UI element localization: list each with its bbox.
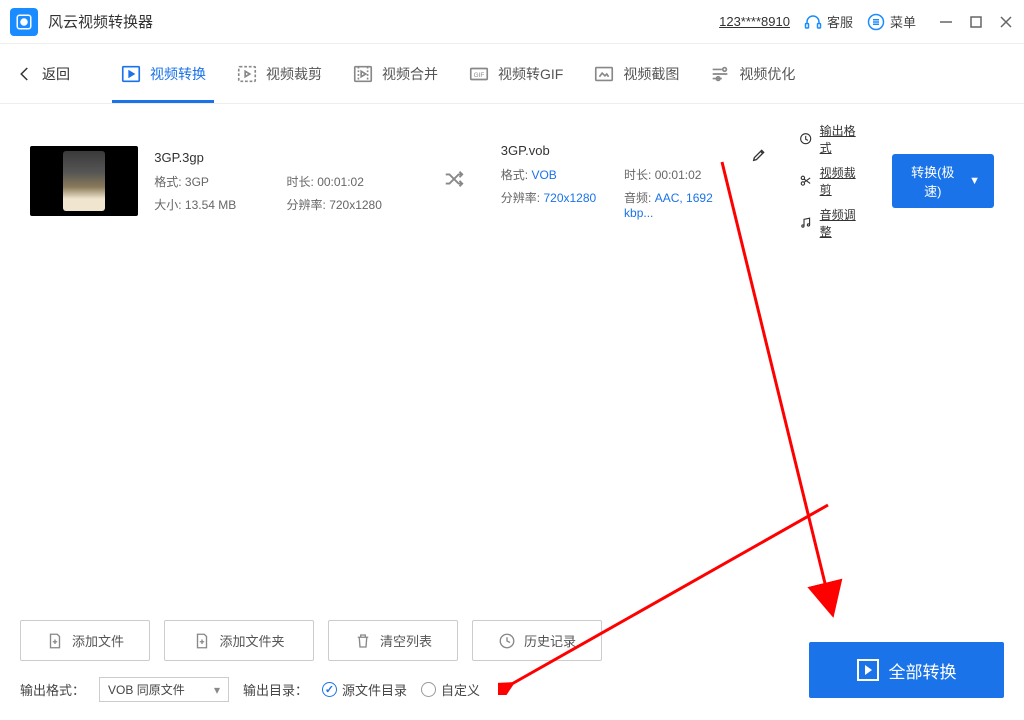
video-thumbnail[interactable] bbox=[30, 146, 138, 216]
app-logo-icon bbox=[10, 8, 38, 36]
add-folder-label: 添加文件夹 bbox=[219, 631, 284, 650]
folder-plus-icon bbox=[193, 632, 211, 650]
chevron-down-icon: ▾ bbox=[214, 683, 220, 697]
output-format-select[interactable]: VOB 同原文件 ▾ bbox=[99, 677, 229, 702]
convert-icon bbox=[120, 63, 142, 85]
source-info: 3GP.3gp 格式: 3GP 时长: 00:01:02 大小: 13.54 M… bbox=[154, 150, 407, 213]
optimize-icon bbox=[709, 63, 731, 85]
src-duration-value: 00:01:02 bbox=[317, 175, 364, 189]
convert-label: 转换(极速) bbox=[906, 162, 959, 200]
tab-label: 视频优化 bbox=[739, 64, 795, 84]
edit-icon[interactable] bbox=[751, 147, 767, 168]
gif-icon: GIF bbox=[468, 63, 490, 85]
tab-label: 视频截图 bbox=[623, 64, 679, 84]
dest-filename: 3GP.vob bbox=[501, 143, 736, 158]
dst-format-value[interactable]: VOB bbox=[531, 168, 556, 182]
file-plus-icon bbox=[46, 632, 64, 650]
bottom-bar: 添加文件 添加文件夹 清空列表 历史记录 输出格式： VOB 同原文件 ▾ 输出… bbox=[0, 606, 1024, 720]
minimize-button[interactable] bbox=[938, 14, 954, 30]
src-res-value: 720x1280 bbox=[329, 198, 382, 212]
menu-label: 菜单 bbox=[890, 12, 916, 31]
output-dir-label: 输出目录： bbox=[243, 680, 308, 699]
add-file-button[interactable]: 添加文件 bbox=[20, 620, 150, 661]
add-folder-button[interactable]: 添加文件夹 bbox=[164, 620, 314, 661]
user-id-link[interactable]: 123****8910 bbox=[719, 14, 790, 29]
dst-duration-label: 时长: bbox=[624, 168, 651, 182]
clear-list-label: 清空列表 bbox=[380, 631, 432, 650]
output-icon bbox=[799, 132, 812, 147]
support-button[interactable]: 客服 bbox=[804, 12, 853, 31]
crop-icon bbox=[236, 63, 258, 85]
video-crop-label: 视频裁剪 bbox=[820, 164, 863, 198]
history-button[interactable]: 历史记录 bbox=[472, 620, 602, 661]
tab-video-gif[interactable]: GIF 视频转GIF bbox=[468, 45, 563, 103]
dst-res-label: 分辨率: bbox=[501, 191, 540, 205]
svg-text:GIF: GIF bbox=[474, 71, 485, 78]
tab-label: 视频转GIF bbox=[498, 64, 563, 84]
file-list: 3GP.3gp 格式: 3GP 时长: 00:01:02 大小: 13.54 M… bbox=[0, 104, 1024, 604]
titlebar: 风云视频转换器 123****8910 客服 菜单 bbox=[0, 0, 1024, 44]
tab-label: 视频合并 bbox=[382, 64, 438, 84]
row-actions: 输出格式 视频裁剪 音频调整 bbox=[799, 122, 862, 240]
nav-bar: 返回 视频转换 视频裁剪 视频合并 GIF 视频转GIF 视频截图 视频优化 bbox=[0, 44, 1024, 104]
file-row: 3GP.3gp 格式: 3GP 时长: 00:01:02 大小: 13.54 M… bbox=[0, 104, 1024, 258]
dst-audio-label: 音频: bbox=[624, 191, 651, 205]
convert-all-button[interactable]: 全部转换 bbox=[809, 642, 1004, 698]
convert-all-label: 全部转换 bbox=[889, 658, 957, 683]
output-format-label: 输出格式： bbox=[20, 680, 85, 699]
radio-unchecked-icon bbox=[421, 682, 436, 697]
src-duration-label: 时长: bbox=[287, 175, 314, 189]
dest-info: 3GP.vob 格式: VOB 时长: 00:01:02 分辨率: 720x12… bbox=[501, 143, 736, 220]
video-crop-button[interactable]: 视频裁剪 bbox=[799, 164, 862, 198]
src-format-label: 格式: bbox=[154, 175, 181, 189]
output-format-label: 输出格式 bbox=[820, 122, 863, 156]
headset-icon bbox=[804, 13, 822, 31]
tab-label: 视频转换 bbox=[150, 64, 206, 84]
music-icon bbox=[799, 216, 812, 231]
radio-custom-label: 自定义 bbox=[441, 680, 480, 699]
play-icon bbox=[857, 659, 879, 681]
menu-button[interactable]: 菜单 bbox=[867, 12, 916, 31]
shuffle-icon[interactable] bbox=[443, 168, 465, 195]
clear-list-button[interactable]: 清空列表 bbox=[328, 620, 458, 661]
radio-checked-icon bbox=[322, 682, 337, 697]
output-format-value: VOB 同原文件 bbox=[108, 681, 185, 698]
back-button[interactable]: 返回 bbox=[16, 64, 70, 84]
radio-custom-dir[interactable]: 自定义 bbox=[421, 680, 480, 699]
src-size-label: 大小: bbox=[154, 198, 181, 212]
radio-source-label: 源文件目录 bbox=[342, 680, 407, 699]
scissors-icon bbox=[799, 174, 812, 189]
src-size-value: 13.54 MB bbox=[185, 198, 236, 212]
tab-video-convert[interactable]: 视频转换 bbox=[120, 45, 206, 103]
back-label: 返回 bbox=[42, 64, 70, 84]
trash-icon bbox=[354, 632, 372, 650]
source-filename: 3GP.3gp bbox=[154, 150, 407, 165]
history-label: 历史记录 bbox=[524, 631, 576, 650]
output-format-button[interactable]: 输出格式 bbox=[799, 122, 862, 156]
support-label: 客服 bbox=[827, 12, 853, 31]
audio-adjust-button[interactable]: 音频调整 bbox=[799, 206, 862, 240]
dst-format-label: 格式: bbox=[501, 168, 528, 182]
tab-label: 视频裁剪 bbox=[266, 64, 322, 84]
convert-button[interactable]: 转换(极速) ▼ bbox=[892, 154, 994, 208]
dst-duration-value: 00:01:02 bbox=[655, 168, 702, 182]
screenshot-icon bbox=[593, 63, 615, 85]
close-button[interactable] bbox=[998, 14, 1014, 30]
tab-video-optimize[interactable]: 视频优化 bbox=[709, 45, 795, 103]
app-title: 风云视频转换器 bbox=[48, 11, 153, 32]
merge-icon bbox=[352, 63, 374, 85]
maximize-button[interactable] bbox=[968, 14, 984, 30]
dst-res-value[interactable]: 720x1280 bbox=[543, 191, 596, 205]
menu-list-icon bbox=[867, 13, 885, 31]
tab-video-merge[interactable]: 视频合并 bbox=[352, 45, 438, 103]
dropdown-arrow-icon: ▼ bbox=[969, 175, 980, 187]
tab-video-crop[interactable]: 视频裁剪 bbox=[236, 45, 322, 103]
src-res-label: 分辨率: bbox=[287, 198, 326, 212]
radio-source-dir[interactable]: 源文件目录 bbox=[322, 680, 407, 699]
audio-adjust-label: 音频调整 bbox=[820, 206, 863, 240]
tab-video-screenshot[interactable]: 视频截图 bbox=[593, 45, 679, 103]
history-icon bbox=[498, 632, 516, 650]
src-format-value: 3GP bbox=[185, 175, 209, 189]
add-file-label: 添加文件 bbox=[72, 631, 124, 650]
